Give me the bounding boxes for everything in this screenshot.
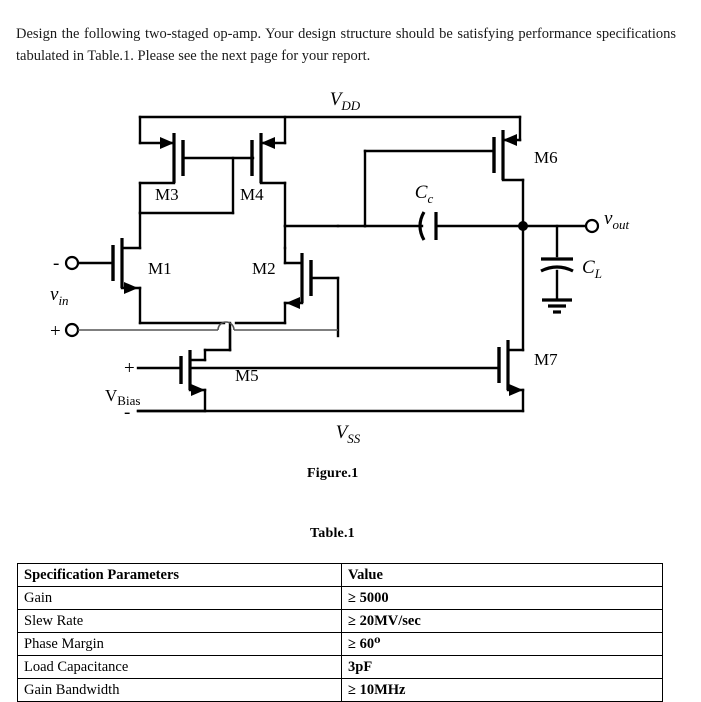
tail-node-wire bbox=[203, 321, 232, 352]
table-cell-parameter: Phase Margin bbox=[17, 632, 342, 656]
transistor-m1: M1 bbox=[78, 211, 226, 325]
transistor-m1-label: M1 bbox=[148, 259, 172, 278]
transistor-m4-label: M4 bbox=[240, 185, 264, 204]
table-row: Phase Margin ≥ 60⁰ bbox=[17, 632, 663, 656]
vout-terminal[interactable] bbox=[584, 218, 600, 234]
table-header-value: Value bbox=[341, 563, 663, 587]
table-cell-parameter: Slew Rate bbox=[17, 609, 342, 633]
table-cell-value: ≥ 60⁰ bbox=[341, 632, 663, 656]
vout-sublabel: out bbox=[612, 217, 629, 232]
transistor-m6-label: M6 bbox=[534, 148, 558, 167]
svg-text:VBias: VBias bbox=[105, 386, 140, 408]
opamp-circuit-diagram: VDD M3 M4 M1 M2 - + vin M5 + - VBias Cc … bbox=[50, 89, 629, 446]
transistor-m5: M5 bbox=[136, 348, 259, 413]
svg-text:Cc: Cc bbox=[415, 182, 434, 206]
cc-sublabel: c bbox=[427, 191, 433, 206]
vin-minus-sign: - bbox=[53, 253, 59, 274]
svg-text:CL: CL bbox=[582, 257, 602, 281]
vbias-plus-sign: + bbox=[124, 358, 135, 379]
table-cell-value: 3pF bbox=[341, 655, 663, 679]
svg-text:vout: vout bbox=[604, 208, 629, 232]
vin-minus-terminal[interactable] bbox=[64, 255, 80, 271]
figure-caption: Figure.1 bbox=[307, 466, 359, 481]
table-cell-value: ≥ 20MV/sec bbox=[341, 609, 663, 633]
cl-label: C bbox=[582, 257, 595, 278]
vin-sublabel: in bbox=[58, 293, 68, 308]
table-header-row: Specification Parameters Value bbox=[17, 563, 663, 587]
transistor-m4: M4 bbox=[240, 115, 287, 250]
vbias-label: V bbox=[105, 386, 118, 405]
cc-label: C bbox=[415, 182, 428, 203]
cl-sublabel: L bbox=[594, 266, 602, 281]
compensation-capacitor-cc: Cc bbox=[283, 149, 525, 241]
svg-text:vin: vin bbox=[50, 284, 69, 308]
vin-plus-sign: + bbox=[50, 321, 61, 342]
table-cell-value: ≥ 10MHz bbox=[341, 678, 663, 702]
vdd-sublabel: DD bbox=[340, 98, 360, 113]
load-capacitor-cl: CL bbox=[540, 224, 602, 314]
transistor-m3-label: M3 bbox=[155, 185, 179, 204]
specifications-table: Specification Parameters Value Gain ≥ 50… bbox=[17, 563, 663, 702]
table-cell-parameter: Gain Bandwidth bbox=[17, 678, 342, 702]
vin-plus-terminal[interactable] bbox=[64, 322, 80, 338]
output-node: vout bbox=[518, 208, 629, 234]
table-cell-parameter: Load Capacitance bbox=[17, 655, 342, 679]
svg-text:VSS: VSS bbox=[336, 422, 361, 446]
table-cell-value: ≥ 5000 bbox=[341, 586, 663, 610]
transistor-m3: M3 bbox=[138, 115, 255, 215]
prompt-paragraph: Design the following two-staged op-amp. … bbox=[16, 25, 676, 64]
table-header-parameter: Specification Parameters bbox=[17, 563, 342, 587]
table-row: Gain Bandwidth ≥ 10MHz bbox=[17, 678, 663, 702]
table-row: Load Capacitance 3pF bbox=[17, 655, 663, 679]
transistor-m6: M6 bbox=[363, 115, 558, 228]
svg-text:VDD: VDD bbox=[330, 89, 361, 113]
transistor-m2: M2 bbox=[234, 246, 340, 338]
table-caption: Table.1 bbox=[310, 526, 355, 541]
ground-icon bbox=[542, 298, 572, 314]
table-row: Gain ≥ 5000 bbox=[17, 586, 663, 610]
transistor-m2-label: M2 bbox=[252, 259, 276, 278]
vss-sublabel: SS bbox=[347, 431, 361, 446]
vdd-rail: VDD bbox=[138, 89, 522, 119]
vbias-sublabel: Bias bbox=[117, 393, 140, 408]
table-cell-parameter: Gain bbox=[17, 586, 342, 610]
transistor-m7-label: M7 bbox=[534, 350, 558, 369]
vss-rail: VSS bbox=[136, 409, 525, 446]
table-row: Slew Rate ≥ 20MV/sec bbox=[17, 609, 663, 633]
